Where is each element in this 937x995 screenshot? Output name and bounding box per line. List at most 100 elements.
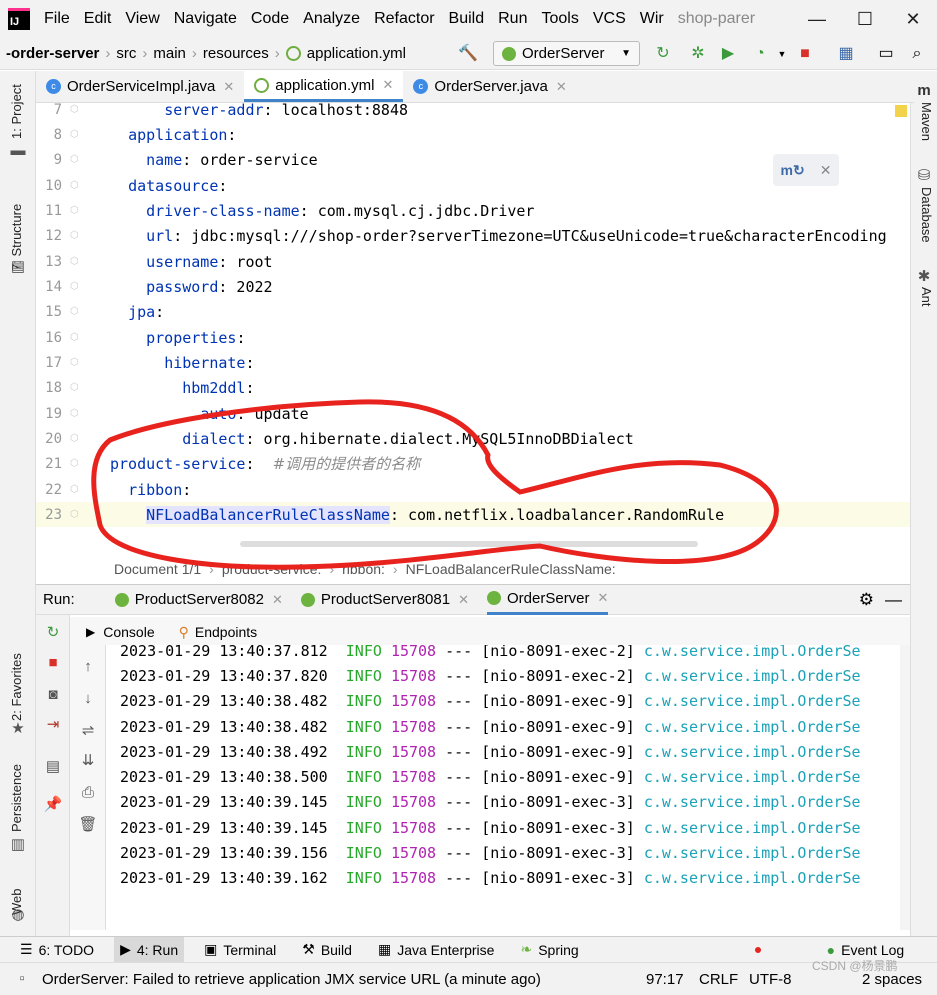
yaml-crumb-3[interactable]: NFLoadBalancerRuleClassName: <box>406 561 616 577</box>
menu-item-analyze[interactable]: Analyze <box>303 10 360 28</box>
database-tool-button[interactable]: Database <box>919 187 934 243</box>
fold-marker-icon[interactable]: ⬡ <box>70 256 110 267</box>
vertical-scrollbar[interactable] <box>900 645 910 930</box>
scroll-to-end-icon[interactable]: ⇊ <box>78 751 98 771</box>
crumb-resources[interactable]: resources <box>203 45 269 62</box>
tab-orderserviceimpl[interactable]: c OrderServiceImpl.java ✕ <box>36 71 244 102</box>
search-icon[interactable]: ⌕ <box>907 44 927 64</box>
close-tab-icon[interactable]: ✕ <box>556 79 567 95</box>
console-output[interactable]: 2023-01-29 13:40:37.812 INFO 15708 --- [… <box>106 645 910 930</box>
terminal-layout-icon[interactable]: ▭ <box>876 44 896 64</box>
menu-item-code[interactable]: Code <box>251 10 289 28</box>
endpoints-tab[interactable]: Endpoints <box>195 624 257 640</box>
console-tab[interactable]: Console <box>103 624 154 640</box>
crumb-src[interactable]: src <box>116 45 136 62</box>
todo-tool-button[interactable]: ☰ 6: TODO <box>14 937 100 963</box>
fold-marker-icon[interactable]: ⬡ <box>70 180 110 191</box>
close-popup-icon[interactable]: ✕ <box>820 162 832 179</box>
close-tab-icon[interactable]: ✕ <box>458 592 469 608</box>
terminal-tool-button[interactable]: ▣ Terminal <box>198 937 282 963</box>
horizontal-scrollbar[interactable] <box>240 541 698 547</box>
exit-icon[interactable]: ⇥ <box>43 715 63 735</box>
fold-marker-icon[interactable]: ⬡ <box>70 357 110 368</box>
crumb-module[interactable]: -order-server <box>6 45 99 62</box>
caret-position[interactable]: 97:17 <box>646 971 684 988</box>
close-tab-icon[interactable]: ✕ <box>223 79 234 95</box>
code-line[interactable]: 7 ⬡ server-addr: localhost:8848 <box>36 103 910 122</box>
menu-item-wir[interactable]: Wir <box>640 10 664 28</box>
build-tool-button[interactable]: ⚒ Build <box>296 937 358 963</box>
code-line[interactable]: 23 ⬡ NFLoadBalancerRuleClassName: com.net… <box>36 502 910 527</box>
fold-marker-icon[interactable]: ⬡ <box>70 306 110 317</box>
fold-marker-icon[interactable]: ⬡ <box>70 433 110 444</box>
project-structure-icon[interactable]: ▦ <box>836 44 856 64</box>
code-line[interactable]: 15 ⬡ jpa: <box>36 299 910 324</box>
fold-marker-icon[interactable]: ⬡ <box>70 104 110 115</box>
tab-orderserver[interactable]: c OrderServer.java ✕ <box>403 71 576 102</box>
run-tool-button[interactable]: ▶ 4: Run <box>114 936 185 963</box>
fold-marker-icon[interactable]: ⬡ <box>70 129 110 140</box>
close-tab-icon[interactable]: ✕ <box>383 77 394 93</box>
layout-icon[interactable]: ▤ <box>43 757 63 777</box>
crumb-file[interactable]: application.yml <box>307 45 406 62</box>
run-tab-productserver8081[interactable]: ProductServer8081 ✕ <box>300 585 469 615</box>
minimize-icon[interactable]: — <box>793 9 841 30</box>
fold-marker-icon[interactable]: ⬡ <box>70 509 110 520</box>
scroll-up-icon[interactable]: ↑ <box>78 657 98 677</box>
ant-tool-button[interactable]: Ant <box>919 287 934 307</box>
spring-tool-button[interactable]: ❧ Spring <box>514 937 584 963</box>
trash-icon[interactable]: 🗑 <box>78 815 98 835</box>
maven-tool-button[interactable]: Maven <box>919 102 934 141</box>
gear-icon[interactable]: ⚙ <box>859 590 874 610</box>
code-line[interactable]: 8 ⬡ application: <box>36 122 910 147</box>
menu-item-file[interactable]: File <box>44 10 70 28</box>
fold-marker-icon[interactable]: ⬡ <box>70 230 110 241</box>
maximize-icon[interactable]: ☐ <box>841 9 889 30</box>
code-line[interactable]: 21 ⬡ product-service: #调用的提供者的名称 <box>36 451 910 476</box>
profile-icon[interactable]: ◔ <box>750 44 770 64</box>
close-tab-icon[interactable]: ✕ <box>272 592 283 608</box>
soft-wrap-icon[interactable]: ⇌ <box>78 721 98 741</box>
menu-item-navigate[interactable]: Navigate <box>174 10 237 28</box>
pin-icon[interactable]: 📌 <box>43 795 63 815</box>
fold-marker-icon[interactable]: ⬡ <box>70 484 110 495</box>
file-encoding[interactable]: UTF-8 <box>749 971 792 988</box>
menu-item-refactor[interactable]: Refactor <box>374 10 434 28</box>
fold-marker-icon[interactable]: ⬡ <box>70 281 110 292</box>
stop-icon[interactable]: ■ <box>43 653 63 673</box>
code-line[interactable]: 16 ⬡ properties: <box>36 325 910 350</box>
stop-icon[interactable]: ■ <box>795 44 815 64</box>
code-line[interactable]: 17 ⬡ hibernate: <box>36 350 910 375</box>
crumb-main[interactable]: main <box>153 45 186 62</box>
menu-item-tools[interactable]: Tools <box>541 10 578 28</box>
fold-marker-icon[interactable]: ⬡ <box>70 458 110 469</box>
scroll-down-icon[interactable]: ↓ <box>78 689 98 709</box>
close-tab-icon[interactable]: ✕ <box>598 590 609 606</box>
code-line[interactable]: 20 ⬡ dialect: org.hibernate.dialect.MySQL… <box>36 426 910 451</box>
debug-icon[interactable]: ✲ <box>688 44 708 64</box>
menu-item-vcs[interactable]: VCS <box>593 10 626 28</box>
yaml-crumb-1[interactable]: product-service: <box>222 561 322 577</box>
close-icon[interactable]: ✕ <box>889 9 937 30</box>
java-enterprise-tool-button[interactable]: ▦ Java Enterprise <box>372 937 501 963</box>
code-line[interactable]: 12 ⬡ url: jdbc:mysql:///shop-order?server… <box>36 223 910 248</box>
code-line[interactable]: 22 ⬡ ribbon: <box>36 477 910 502</box>
camera-icon[interactable]: ◙ <box>43 685 63 705</box>
status-message[interactable]: OrderServer: Failed to retrieve applicat… <box>42 971 541 988</box>
code-line[interactable]: 11 ⬡ driver-class-name: com.mysql.cj.jdbc… <box>36 198 910 223</box>
code-line[interactable]: 14 ⬡ password: 2022 <box>36 274 910 299</box>
yaml-crumb-2[interactable]: ribbon: <box>342 561 385 577</box>
maven-reload-icon[interactable]: m↻ <box>781 162 805 179</box>
fold-marker-icon[interactable]: ⬡ <box>70 205 110 216</box>
fold-marker-icon[interactable]: ⬡ <box>70 332 110 343</box>
fold-marker-icon[interactable]: ⬡ <box>70 154 110 165</box>
code-line[interactable]: 18 ⬡ hbm2ddl: <box>36 375 910 400</box>
menu-item-build[interactable]: Build <box>449 10 485 28</box>
rerun-icon[interactable]: ↻ <box>653 44 673 64</box>
fold-marker-icon[interactable]: ⬡ <box>70 382 110 393</box>
code-line[interactable]: 13 ⬡ username: root <box>36 249 910 274</box>
menu-item-run[interactable]: Run <box>498 10 527 28</box>
run-configuration-select[interactable]: OrderServer ▼ <box>493 41 640 66</box>
coverage-icon[interactable]: ▶ <box>718 44 738 64</box>
favorites-tool-button[interactable]: 2: Favorites <box>9 653 24 721</box>
